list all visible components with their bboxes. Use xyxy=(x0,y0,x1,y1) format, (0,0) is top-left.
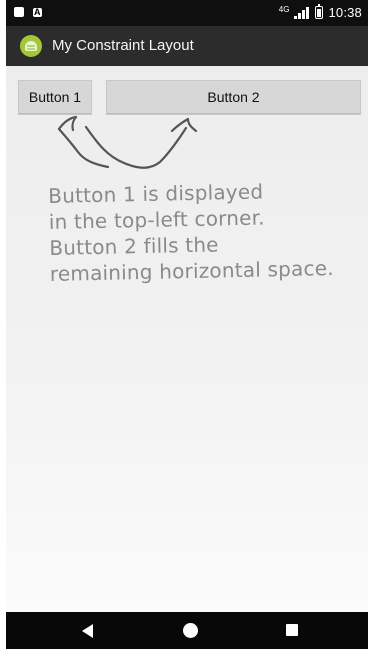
notification-icon xyxy=(14,7,24,17)
button-2[interactable]: Button 2 xyxy=(106,80,361,115)
arrow-stem xyxy=(84,125,188,169)
status-time: 10:38 xyxy=(328,5,362,20)
app-title: My Constraint Layout xyxy=(52,37,194,54)
recents-icon[interactable] xyxy=(286,624,298,636)
status-bar: 4G 10:38 xyxy=(6,0,368,26)
annotation-line-4: remaining horizontal space. xyxy=(49,256,334,286)
button-1[interactable]: Button 1 xyxy=(18,80,92,115)
android-logo-icon xyxy=(20,35,42,57)
left-arrow-curve xyxy=(57,127,110,169)
home-icon[interactable] xyxy=(183,623,198,638)
back-icon[interactable] xyxy=(82,624,93,638)
left-arrow-head xyxy=(57,115,78,132)
battery-icon xyxy=(315,4,324,19)
phone-screen: 4G 10:38 My Constraint Layout Button 1 B… xyxy=(6,0,368,649)
status-right-group: 4G 10:38 xyxy=(278,4,362,20)
annotation-arrows xyxy=(57,115,198,169)
navigation-bar xyxy=(6,612,368,649)
app-notification-icon xyxy=(33,7,42,17)
right-arrow-head xyxy=(170,117,198,133)
network-type: 4G xyxy=(278,4,290,14)
constraint-layout-content: Button 1 Button 2 Button 1 is displayed … xyxy=(6,66,368,612)
app-bar: My Constraint Layout xyxy=(6,26,368,66)
annotation-text: Button 1 is displayed in the top-left co… xyxy=(48,177,334,287)
signal-icon xyxy=(294,6,310,19)
